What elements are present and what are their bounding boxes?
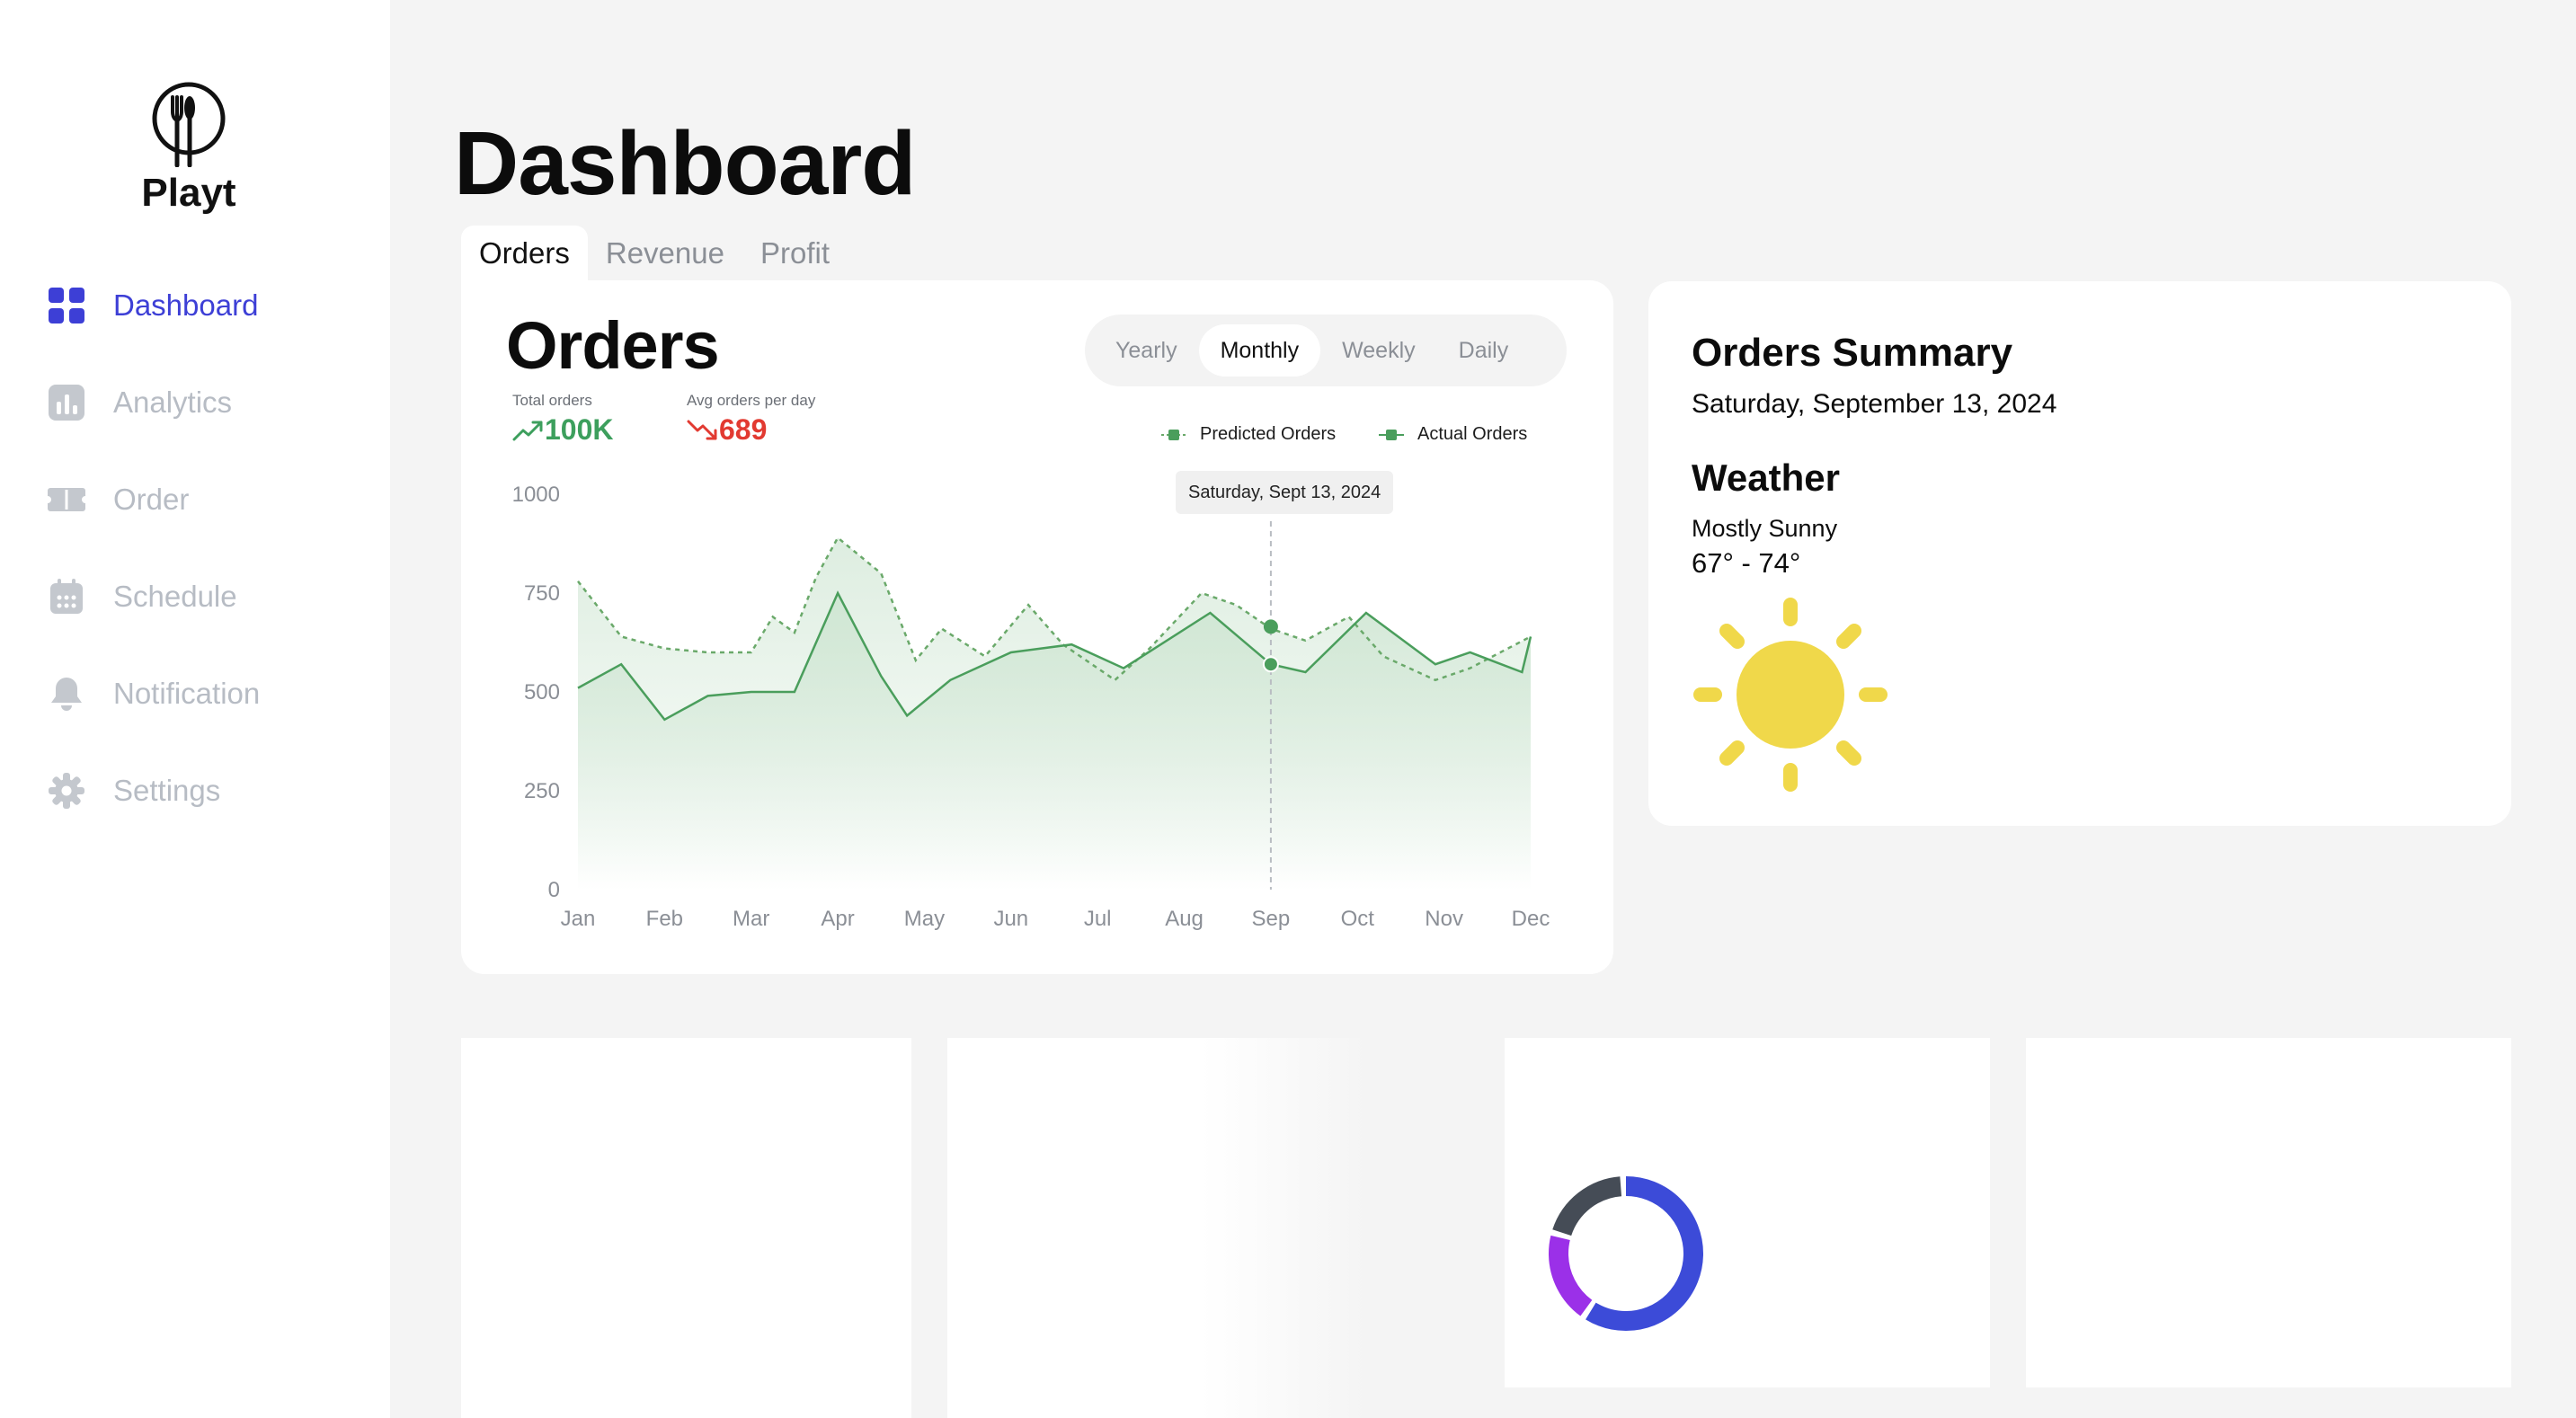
bottom-card-4 — [2026, 1038, 2511, 1387]
fork-spoon-logo-icon — [152, 82, 226, 167]
ticket-icon — [47, 480, 86, 519]
summary-date: Saturday, September 13, 2024 — [1692, 389, 2057, 419]
x-tick-label: Aug — [1165, 907, 1204, 931]
sidebar-item-schedule[interactable]: Schedule — [47, 570, 370, 624]
sun-icon — [1693, 598, 1888, 792]
sidebar-item-analytics[interactable]: Analytics — [47, 376, 370, 430]
x-tick-label: Dec — [1512, 907, 1550, 931]
x-tick-label: Nov — [1425, 907, 1463, 931]
weather-title: Weather — [1692, 456, 1840, 499]
x-tick-label: Feb — [646, 907, 683, 931]
tab-orders[interactable]: Orders — [461, 226, 588, 281]
x-tick-label: May — [904, 907, 945, 931]
x-tick-label: Apr — [821, 907, 854, 931]
tab-bar: Orders Revenue Profit — [461, 226, 848, 281]
sidebar-item-notification[interactable]: Notification — [47, 667, 370, 721]
app-logo[interactable]: Playt — [135, 81, 243, 216]
bottom-card-3 — [1505, 1038, 1990, 1387]
grid-icon — [47, 286, 86, 325]
page-title: Dashboard — [454, 113, 916, 214]
weather-temperature: 67° - 74° — [1692, 547, 1801, 579]
calendar-icon — [47, 577, 86, 616]
bar-chart-icon — [47, 383, 86, 422]
sidebar-item-dashboard[interactable]: Dashboard — [47, 279, 370, 332]
weather-description: Mostly Sunny — [1692, 515, 1838, 542]
sidebar-item-settings[interactable]: Settings — [47, 764, 370, 818]
sidebar-item-label: Order — [113, 483, 190, 516]
sidebar-item-label: Schedule — [113, 580, 237, 613]
y-tick-label: 0 — [548, 878, 560, 902]
y-tick-label: 750 — [524, 581, 560, 606]
x-tick-label: Jan — [561, 907, 596, 931]
tab-revenue[interactable]: Revenue — [588, 226, 742, 281]
gear-icon — [47, 771, 86, 811]
x-tick-label: Mar — [733, 907, 769, 931]
sidebar-item-order[interactable]: Order — [47, 473, 370, 527]
orders-card: Orders Yearly Monthly Weekly Daily Total… — [461, 280, 1613, 974]
tab-profit[interactable]: Profit — [742, 226, 848, 281]
x-tick-label: Sep — [1252, 907, 1291, 931]
x-tick-label: Oct — [1341, 907, 1375, 931]
donut-chart — [1549, 1176, 1703, 1331]
bottom-card-2 — [947, 1038, 1370, 1418]
sidebar-item-label: Dashboard — [113, 288, 259, 322]
x-tick-label: Jul — [1084, 907, 1112, 931]
predicted-highlight-point — [1263, 619, 1278, 634]
sidebar-item-label: Notification — [113, 677, 261, 710]
app-name: Playt — [141, 171, 236, 215]
sidebar: Playt Dashboard Analytics Order Schedule — [0, 0, 390, 1418]
summary-title: Orders Summary — [1692, 331, 2013, 375]
orders-summary-card: Orders Summary Saturday, September 13, 2… — [1648, 281, 2511, 826]
actual-highlight-point — [1262, 656, 1279, 673]
sidebar-item-label: Analytics — [113, 386, 233, 419]
y-tick-label: 250 — [524, 779, 560, 803]
x-tick-label: Jun — [993, 907, 1028, 931]
y-tick-label: 500 — [524, 680, 560, 705]
orders-chart[interactable]: 0 250 500 750 1000 Jan Feb Mar Apr May Jun Jul Aug Se… — [461, 280, 1613, 974]
chart-tooltip: Saturday, Sept 13, 2024 — [1176, 471, 1394, 514]
y-tick-label: 1000 — [512, 483, 560, 507]
bell-icon — [47, 674, 86, 713]
bottom-card-1 — [461, 1038, 911, 1418]
sidebar-item-label: Settings — [113, 774, 221, 807]
